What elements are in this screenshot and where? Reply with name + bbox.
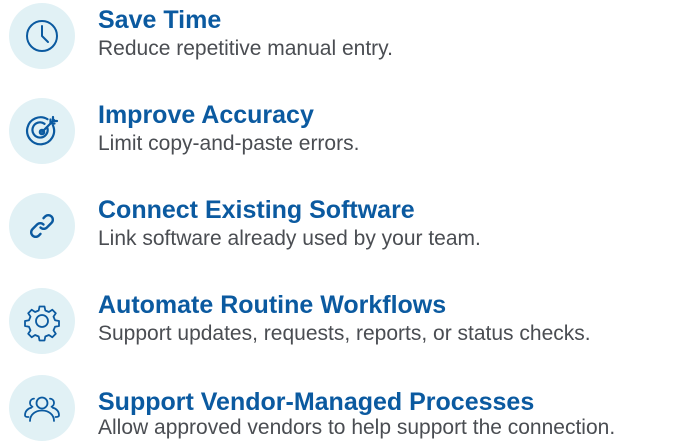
- benefit-description: Support updates, requests, reports, or s…: [98, 322, 591, 345]
- benefit-list: Save Time Reduce repetitive manual entry…: [0, 0, 698, 442]
- clock-icon: [9, 3, 75, 69]
- benefit-item-improve-accuracy: Improve Accuracy Limit copy-and-paste er…: [0, 95, 698, 165]
- target-icon: [9, 98, 75, 164]
- gear-icon: [9, 288, 75, 354]
- benefit-description: Reduce repetitive manual entry.: [98, 37, 393, 60]
- benefit-item-automate-routine-workflows: Automate Routine Workflows Support updat…: [0, 285, 698, 355]
- benefit-description: Limit copy-and-paste errors.: [98, 132, 360, 155]
- benefit-item-save-time: Save Time Reduce repetitive manual entry…: [0, 0, 698, 70]
- benefit-item-connect-existing-software: Connect Existing Software Link software …: [0, 190, 698, 260]
- benefit-item-support-vendor-managed-processes: Support Vendor-Managed Processes Allow a…: [0, 372, 698, 442]
- benefit-description: Allow approved vendors to help support t…: [98, 416, 616, 439]
- benefit-title: Support Vendor-Managed Processes: [98, 388, 535, 416]
- benefit-title: Save Time: [98, 6, 222, 34]
- users-icon: [9, 375, 75, 441]
- benefit-title: Automate Routine Workflows: [98, 291, 447, 319]
- benefit-title: Improve Accuracy: [98, 101, 314, 129]
- benefit-description: Link software already used by your team.: [98, 227, 481, 250]
- benefit-title: Connect Existing Software: [98, 196, 415, 224]
- link-icon: [9, 193, 75, 259]
